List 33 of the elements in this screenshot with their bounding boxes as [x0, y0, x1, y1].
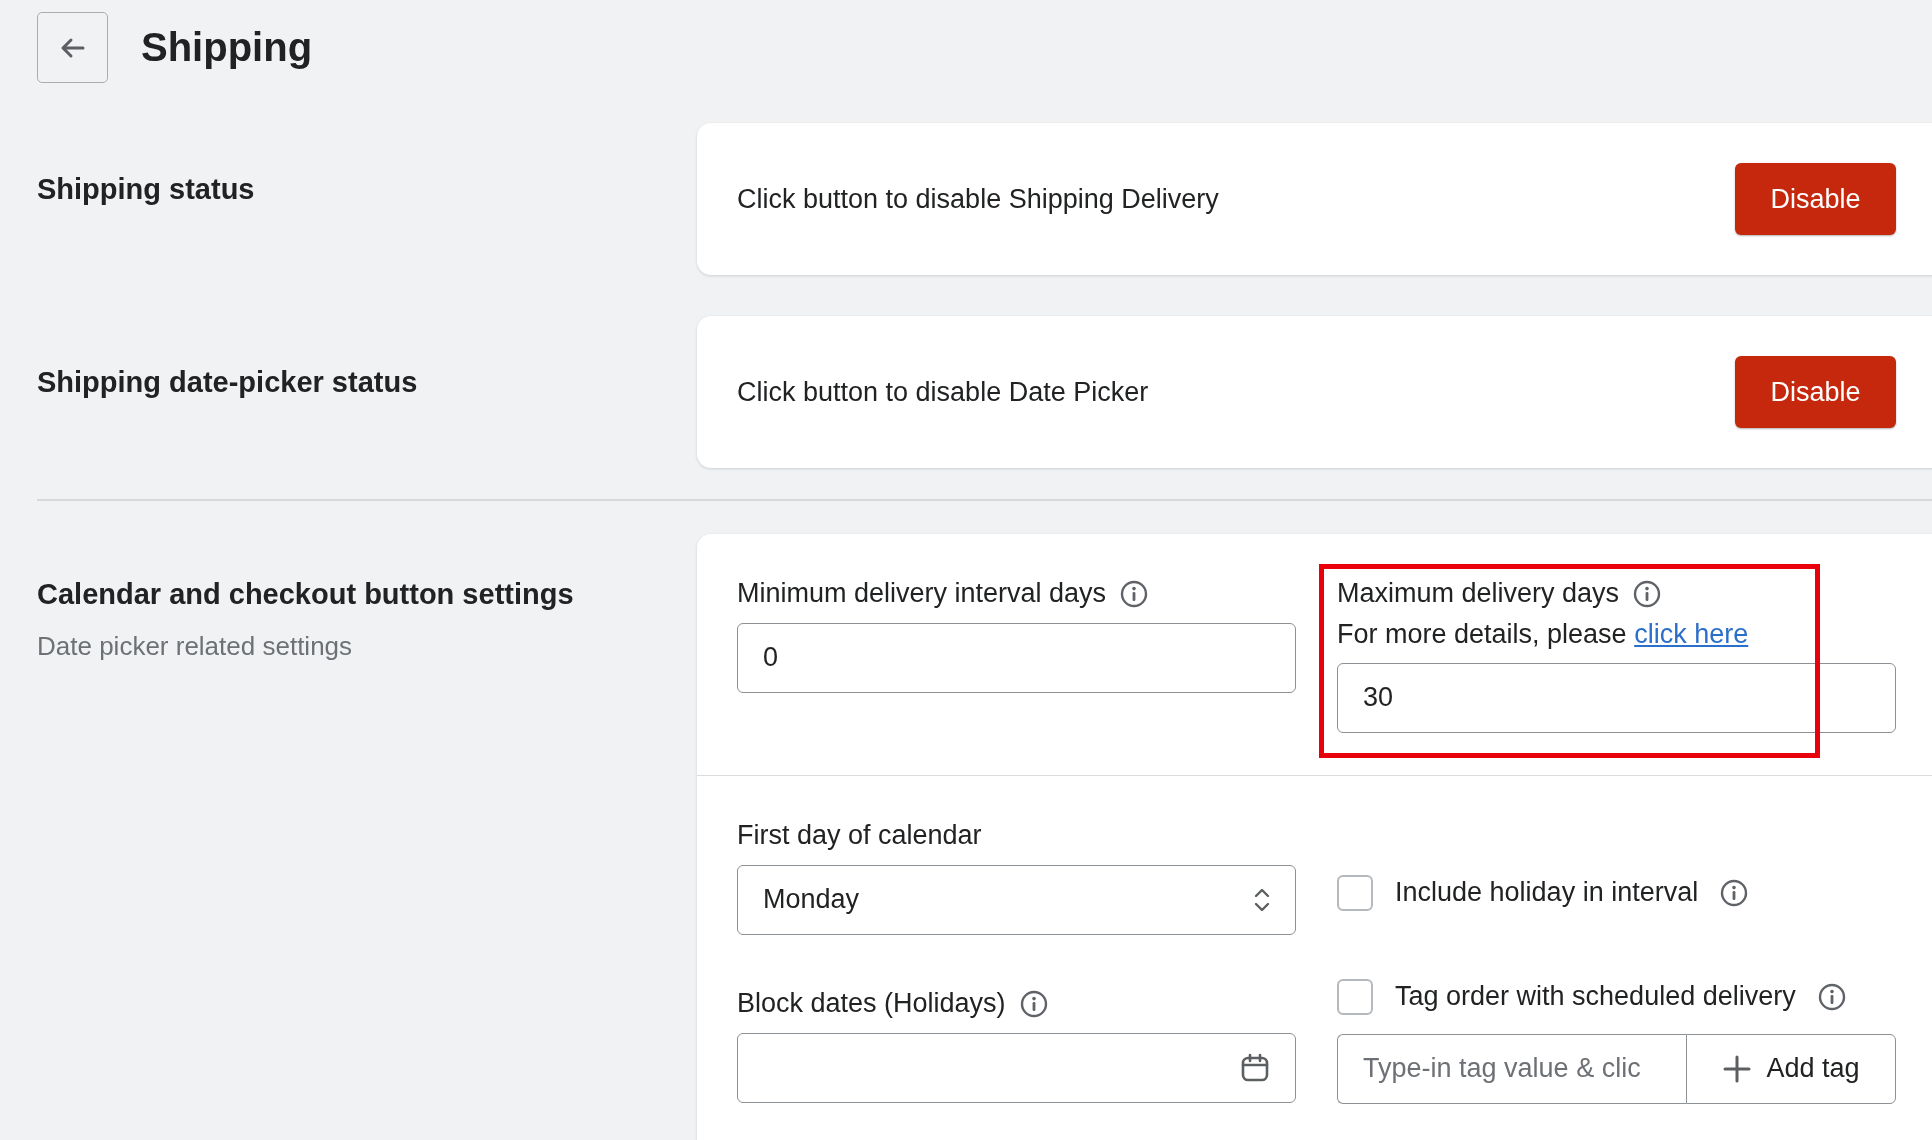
details-link[interactable]: click here: [1634, 618, 1749, 649]
field-label: First day of calendar: [737, 820, 982, 851]
checkbox[interactable]: [1337, 874, 1373, 911]
checkbox[interactable]: [1337, 978, 1373, 1015]
input-field[interactable]: 30: [1337, 662, 1896, 733]
section-title: Shipping status: [37, 173, 256, 206]
field-label: Maximum delivery days: [1337, 578, 1620, 609]
checkbox-label: Include holiday in interval: [1395, 877, 1699, 908]
select-field[interactable]: Monday: [737, 864, 1296, 935]
hint-text: For more details, please click here: [1337, 617, 1750, 651]
section-title: Shipping date-picker status: [37, 366, 419, 399]
chevron-icon: [1254, 886, 1270, 913]
page-title: Shipping: [141, 25, 313, 70]
date-field[interactable]: [737, 1032, 1296, 1103]
field-label: Minimum delivery interval days: [737, 578, 1107, 609]
disable-button[interactable]: Disable: [1735, 163, 1896, 235]
info-icon[interactable]: [1019, 989, 1048, 1018]
info-icon[interactable]: [1817, 982, 1846, 1011]
info-icon[interactable]: [1120, 579, 1149, 608]
card-text: Click button to disable Date Picker: [737, 376, 1149, 408]
checkbox-label: Tag order with scheduled delivery: [1395, 981, 1796, 1012]
section-subtitle: Date picker related settings: [37, 630, 354, 662]
calendar-icon[interactable]: [1240, 1052, 1270, 1083]
plus-icon: [1722, 1053, 1753, 1084]
add-tag-button[interactable]: Add tag: [1686, 1033, 1896, 1104]
section-title: Calendar and checkout button settings: [37, 577, 575, 611]
info-icon[interactable]: [1633, 579, 1662, 608]
input-field[interactable]: 0: [737, 622, 1296, 693]
card-text: Click button to disable Shipping Delivery: [737, 183, 1219, 215]
field-label: Block dates (Holidays): [737, 988, 1006, 1019]
disable-button[interactable]: Disable: [1735, 356, 1896, 428]
info-icon[interactable]: [1720, 878, 1749, 907]
tag-input[interactable]: Type-in tag value & clic: [1337, 1033, 1686, 1104]
